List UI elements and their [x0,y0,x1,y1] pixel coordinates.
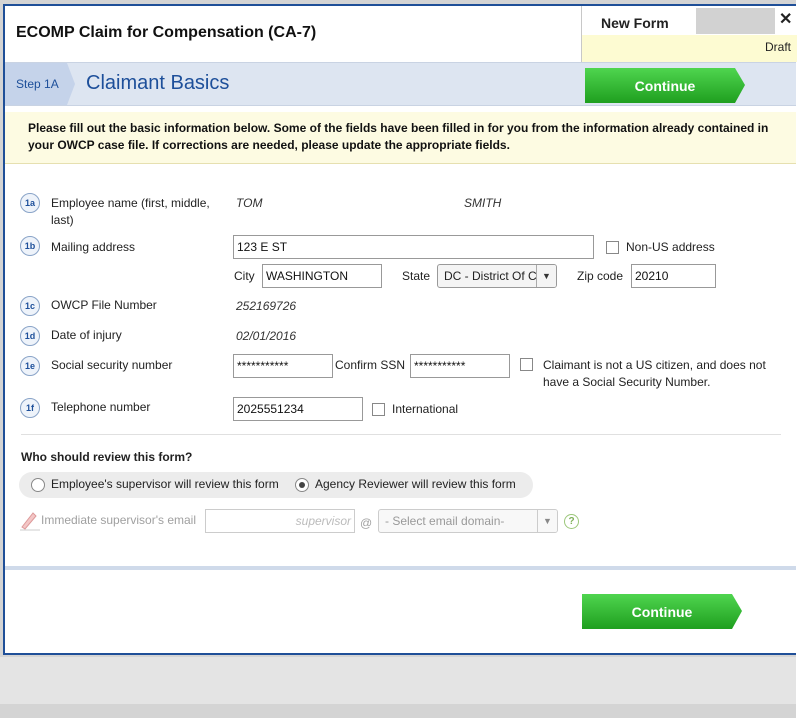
mailing-address-label: Mailing address [51,240,136,254]
state-label: State [402,269,431,283]
ssn-input[interactable]: *********** [233,354,333,378]
chevron-down-icon: ▼ [536,265,556,287]
badge-1b: 1b [20,236,40,256]
supervisor-email-label: Immediate supervisor's email [41,513,197,527]
title-bar: ECOMP Claim for Compensation (CA-7) New … [5,6,797,62]
supervisor-review-label[interactable]: Employee's supervisor will review this f… [51,477,279,491]
step-number: Step 1A [16,77,59,91]
agency-review-radio[interactable] [295,478,309,492]
zip-input[interactable]: 20210 [631,264,716,288]
confirm-ssn-label: Confirm SSN [335,358,406,372]
right-edge [796,0,811,718]
agency-review-label[interactable]: Agency Reviewer will review this form [315,477,516,491]
owcp-file-label: OWCP File Number [51,298,157,312]
international-checkbox[interactable] [372,403,385,416]
supervisor-email-input[interactable]: supervisor [205,509,355,533]
city-input[interactable]: WASHINGTON [262,264,382,288]
email-domain-value: - Select email domain- [385,514,505,528]
draft-status: Draft [764,40,791,54]
chevron-down-icon: ▼ [537,510,557,532]
confirm-ssn-input[interactable]: *********** [410,354,510,378]
close-icon[interactable]: ✕ [779,9,792,29]
telephone-input[interactable]: 2025551234 [233,397,363,421]
city-label: City [234,269,255,283]
footer-divider [5,566,796,570]
employee-first-name: TOM [236,196,263,210]
help-icon[interactable]: ? [564,514,579,529]
injury-date-label: Date of injury [51,328,122,342]
zip-label: Zip code [577,269,624,283]
draft-bar: Draft [582,35,797,62]
badge-1d: 1d [20,326,40,346]
section-divider [21,434,781,435]
continue-button-bottom[interactable]: Continue [582,594,742,629]
international-label: International [392,402,459,416]
employee-last-name: SMITH [464,196,502,210]
supervisor-review-radio[interactable] [31,478,45,492]
ssn-label: Social security number [51,358,173,372]
notice-text: Please fill out the basic information be… [28,121,769,152]
status-placeholder [696,8,775,34]
injury-date-value: 02/01/2016 [236,329,297,343]
email-domain-select[interactable]: - Select email domain- ▼ [378,509,558,533]
state-select[interactable]: DC - District Of Columbia ▼ [437,264,557,288]
review-question: Who should review this form? [21,450,193,464]
form-status-panel: New Form ✕ Draft [581,6,797,62]
window-title: ECOMP Claim for Compensation (CA-7) [16,24,317,41]
at-sign: @ [360,516,373,530]
background-band [0,657,796,704]
form-status-label: New Form [601,15,669,31]
telephone-label: Telephone number [51,400,151,414]
step-header: Step 1A Claimant Basics Continue [5,62,796,106]
notice-banner: Please fill out the basic information be… [5,112,796,164]
not-us-citizen-checkbox[interactable] [520,358,533,371]
badge-1e: 1e [20,356,40,376]
not-us-citizen-label: Claimant is not a US citizen, and does n… [543,358,766,389]
badge-1a: 1a [20,193,40,213]
non-us-address-label: Non-US address [626,240,715,254]
employee-name-label: Employee name (first, middle, last) [51,196,210,227]
non-us-address-checkbox[interactable] [606,241,619,254]
step-badge: Step 1A [5,63,75,105]
badge-1c: 1c [20,296,40,316]
pencil-icon [20,512,40,531]
reviewer-radio-group: Employee's supervisor will review this f… [19,472,533,498]
owcp-file-number: 252169726 [236,299,297,313]
claim-dialog: ECOMP Claim for Compensation (CA-7) New … [3,4,797,655]
step-title: Claimant Basics [86,72,230,94]
street-address-input[interactable]: 123 E ST [233,235,594,259]
badge-1f: 1f [20,398,40,418]
continue-button-top[interactable]: Continue [585,68,745,103]
